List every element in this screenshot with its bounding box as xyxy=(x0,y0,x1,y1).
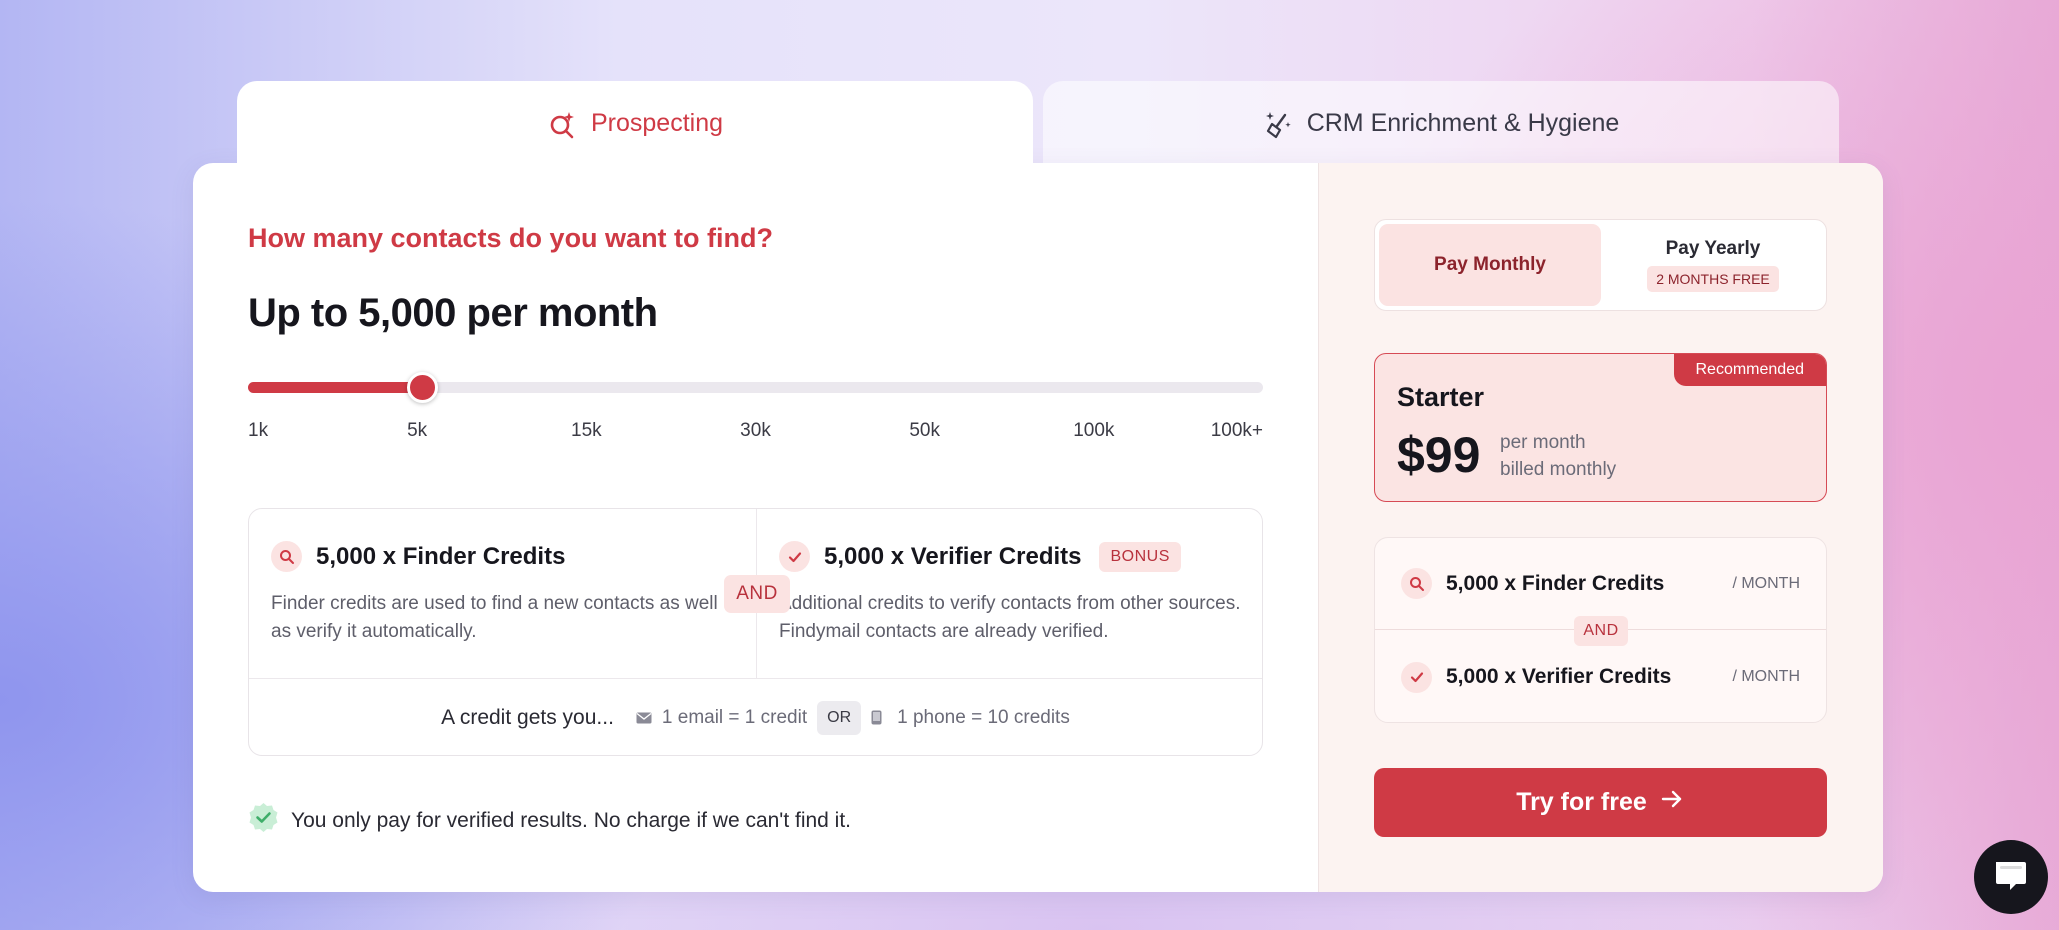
slider-tick[interactable]: 50k xyxy=(909,420,940,442)
starter-plan-card: Recommended Starter $99 per month billed… xyxy=(1374,353,1827,502)
credit-info-phone: 1 phone = 10 credits xyxy=(897,706,1070,728)
slider-tick[interactable]: 30k xyxy=(740,420,771,442)
verifier-credits-description: Additional credits to verify contacts fr… xyxy=(779,593,1241,642)
credit-info-lead: A credit gets you... xyxy=(441,705,614,729)
arrow-right-icon xyxy=(1659,786,1685,819)
search-icon xyxy=(1401,568,1432,599)
slider-tick[interactable]: 100k+ xyxy=(1211,420,1263,442)
slider-tick[interactable]: 100k xyxy=(1073,420,1114,442)
slider-tick[interactable]: 1k xyxy=(248,420,268,442)
slider-ticks: 1k 5k 15k 30k 50k 100k 100k+ xyxy=(248,420,1263,444)
recommended-badge: Recommended xyxy=(1673,354,1826,386)
contacts-headline: Up to 5,000 per month xyxy=(248,291,658,335)
guarantee-text: You only pay for verified results. No ch… xyxy=(291,808,852,832)
try-for-free-button[interactable]: Try for free xyxy=(1374,768,1827,837)
guarantee-note: You only pay for verified results. No ch… xyxy=(248,802,851,839)
contacts-question: How many contacts do you want to find? xyxy=(248,223,774,253)
phone-icon xyxy=(871,710,887,725)
slider-thumb[interactable] xyxy=(407,372,439,403)
contacts-slider[interactable] xyxy=(248,372,1263,403)
summary-verifier-per-month: / MONTH xyxy=(1732,668,1800,685)
slider-tick[interactable]: 5k xyxy=(407,420,427,442)
bonus-badge: BONUS xyxy=(1099,541,1181,572)
plan-period-line1: per month xyxy=(1500,432,1586,453)
summary-and-badge: AND xyxy=(1574,616,1628,646)
check-icon xyxy=(1401,661,1432,693)
or-badge: OR xyxy=(817,700,862,735)
email-icon xyxy=(636,711,652,725)
search-icon xyxy=(271,541,302,572)
finder-credits-description: Finder credits are used to find a new co… xyxy=(271,593,718,642)
billing-toggle: Pay Monthly Pay Yearly 2 MONTHS FREE xyxy=(1374,219,1827,311)
plan-credits-summary: 5,000 x Finder Credits / MONTH AND 5,000… xyxy=(1374,537,1827,723)
verifier-credits-title: 5,000 x Verifier Credits xyxy=(824,542,1082,570)
chat-widget-button[interactable] xyxy=(1974,840,2048,914)
plan-period-line2: billed monthly xyxy=(1500,459,1617,480)
pricing-card: How many contacts do you want to find? U… xyxy=(193,163,1883,892)
finder-credits-title: 5,000 x Finder Credits xyxy=(316,542,566,570)
tab-crm-enrichment[interactable]: CRM Enrichment & Hygiene xyxy=(1043,81,1839,165)
chat-bubble-icon xyxy=(1990,854,2032,901)
tab-prospecting-label: Prospecting xyxy=(590,109,724,137)
plan-period: per month billed monthly xyxy=(1500,429,1616,483)
plan-price: $99 xyxy=(1397,427,1481,483)
months-free-badge: 2 MONTHS FREE xyxy=(1647,266,1779,292)
finder-credits-panel: 5,000 x Finder Credits Finder credits ar… xyxy=(249,509,756,678)
slider-tick[interactable]: 15k xyxy=(571,420,602,442)
slider-fill xyxy=(248,382,423,393)
pay-monthly-option[interactable]: Pay Monthly xyxy=(1379,224,1601,306)
credits-breakdown: 5,000 x Finder Credits Finder credits ar… xyxy=(248,508,1263,756)
summary-finder-title: 5,000 x Finder Credits xyxy=(1446,571,1665,595)
check-icon xyxy=(779,541,810,572)
credit-info-row: A credit gets you... 1 email = 1 credit … xyxy=(249,678,1262,756)
pay-yearly-label: Pay Yearly xyxy=(1665,238,1761,259)
and-badge: AND xyxy=(724,575,790,613)
tab-prospecting[interactable]: Prospecting xyxy=(237,81,1033,165)
pay-monthly-label: Pay Monthly xyxy=(1434,254,1546,275)
credit-info-email: 1 email = 1 credit xyxy=(661,706,808,728)
search-sparkle-icon xyxy=(547,109,577,146)
plan-summary-pane: Pay Monthly Pay Yearly 2 MONTHS FREE Rec… xyxy=(1318,163,1883,892)
verified-shield-icon xyxy=(248,802,279,839)
summary-finder-per-month: / MONTH xyxy=(1732,574,1800,592)
verifier-credits-panel: 5,000 x Verifier Credits BONUS Additiona… xyxy=(756,509,1263,678)
try-for-free-label: Try for free xyxy=(1516,788,1647,816)
pay-yearly-option[interactable]: Pay Yearly 2 MONTHS FREE xyxy=(1602,224,1824,306)
plan-name: Starter xyxy=(1397,382,1485,412)
broom-sparkle-icon xyxy=(1263,109,1293,146)
summary-verifier-title: 5,000 x Verifier Credits xyxy=(1446,665,1672,688)
tab-crm-label: CRM Enrichment & Hygiene xyxy=(1306,109,1620,137)
